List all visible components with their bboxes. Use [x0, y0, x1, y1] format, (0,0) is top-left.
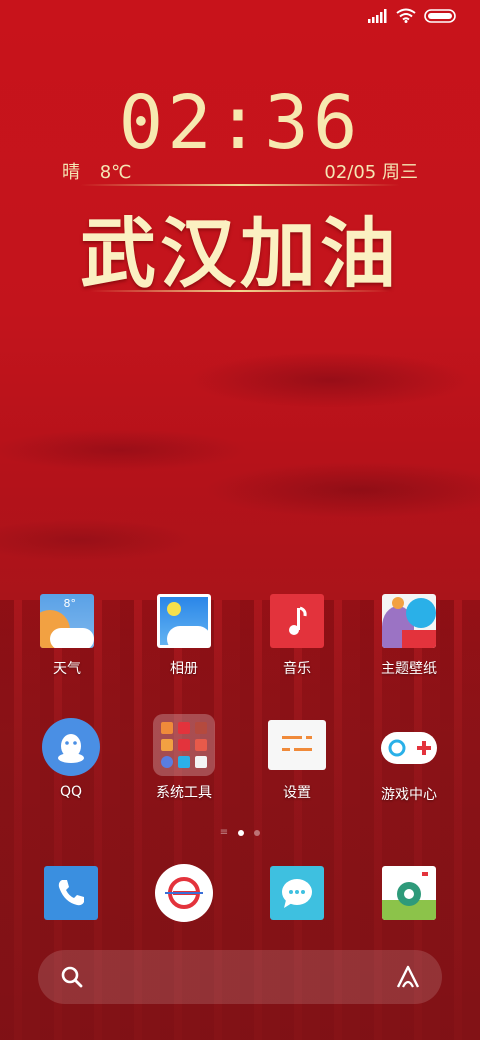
folder-system-tools[interactable]: 系统工具 [129, 714, 239, 802]
dock-phone[interactable] [16, 866, 126, 920]
dock-messages[interactable] [242, 866, 352, 920]
status-bar [368, 8, 456, 23]
clock-time[interactable]: 02:36 [0, 80, 480, 166]
app-qq[interactable]: QQ [16, 718, 126, 800]
app-gallery[interactable]: 相册 [129, 594, 239, 678]
date-text[interactable]: 02/05 周三 [324, 158, 418, 184]
gallery-icon [157, 594, 211, 648]
wifi-icon [396, 8, 416, 23]
browser-icon [155, 864, 213, 922]
qq-penguin-icon [42, 718, 100, 776]
app-label: 游戏中心 [381, 787, 437, 803]
signal-icon [368, 8, 387, 23]
app-themes[interactable]: 主题壁纸 [354, 594, 464, 678]
settings-icon [268, 720, 326, 770]
app-label: 设置 [283, 785, 311, 801]
voice-assistant-icon[interactable] [394, 963, 422, 991]
weather-temp: 8℃ [99, 162, 132, 183]
weather-condition: 晴 [62, 162, 80, 183]
phone-icon [44, 866, 98, 920]
dock-camera[interactable] [354, 866, 464, 920]
page-indicator[interactable]: ≡ [0, 827, 480, 838]
app-label: 天气 [53, 661, 81, 677]
message-bubble-icon [270, 866, 324, 920]
weather-summary[interactable]: 晴 8℃ [62, 158, 131, 184]
menu-lines-icon: ≡ [219, 827, 229, 838]
app-music[interactable]: 音乐 [242, 594, 352, 678]
app-label: 相册 [170, 661, 198, 677]
themes-icon [382, 594, 436, 648]
slogan-text: 武汉加油 [80, 209, 400, 298]
camera-icon [382, 866, 436, 920]
gamepad-icon [379, 718, 439, 776]
page-dot-active[interactable] [238, 830, 245, 836]
search-icon[interactable] [60, 965, 84, 989]
battery-icon [424, 8, 456, 23]
folder-icon [153, 714, 215, 776]
page-dot[interactable] [254, 830, 261, 836]
search-bar[interactable] [38, 950, 442, 1004]
dock-browser[interactable] [129, 864, 239, 922]
app-game-center[interactable]: 游戏中心 [354, 718, 464, 804]
app-weather[interactable]: 8° 天气 [12, 594, 122, 678]
wallpaper-clouds [0, 300, 480, 620]
app-label: 系统工具 [156, 785, 212, 801]
divider-top [80, 184, 400, 186]
divider-bottom [90, 290, 390, 292]
app-label: 音乐 [283, 661, 311, 677]
music-note-icon [270, 594, 324, 648]
app-label: 主题壁纸 [381, 661, 437, 677]
app-label: QQ [59, 784, 83, 800]
weather-app-icon: 8° [40, 594, 94, 648]
app-settings[interactable]: 设置 [242, 720, 352, 802]
weather-app-temp: 8° [63, 597, 77, 610]
